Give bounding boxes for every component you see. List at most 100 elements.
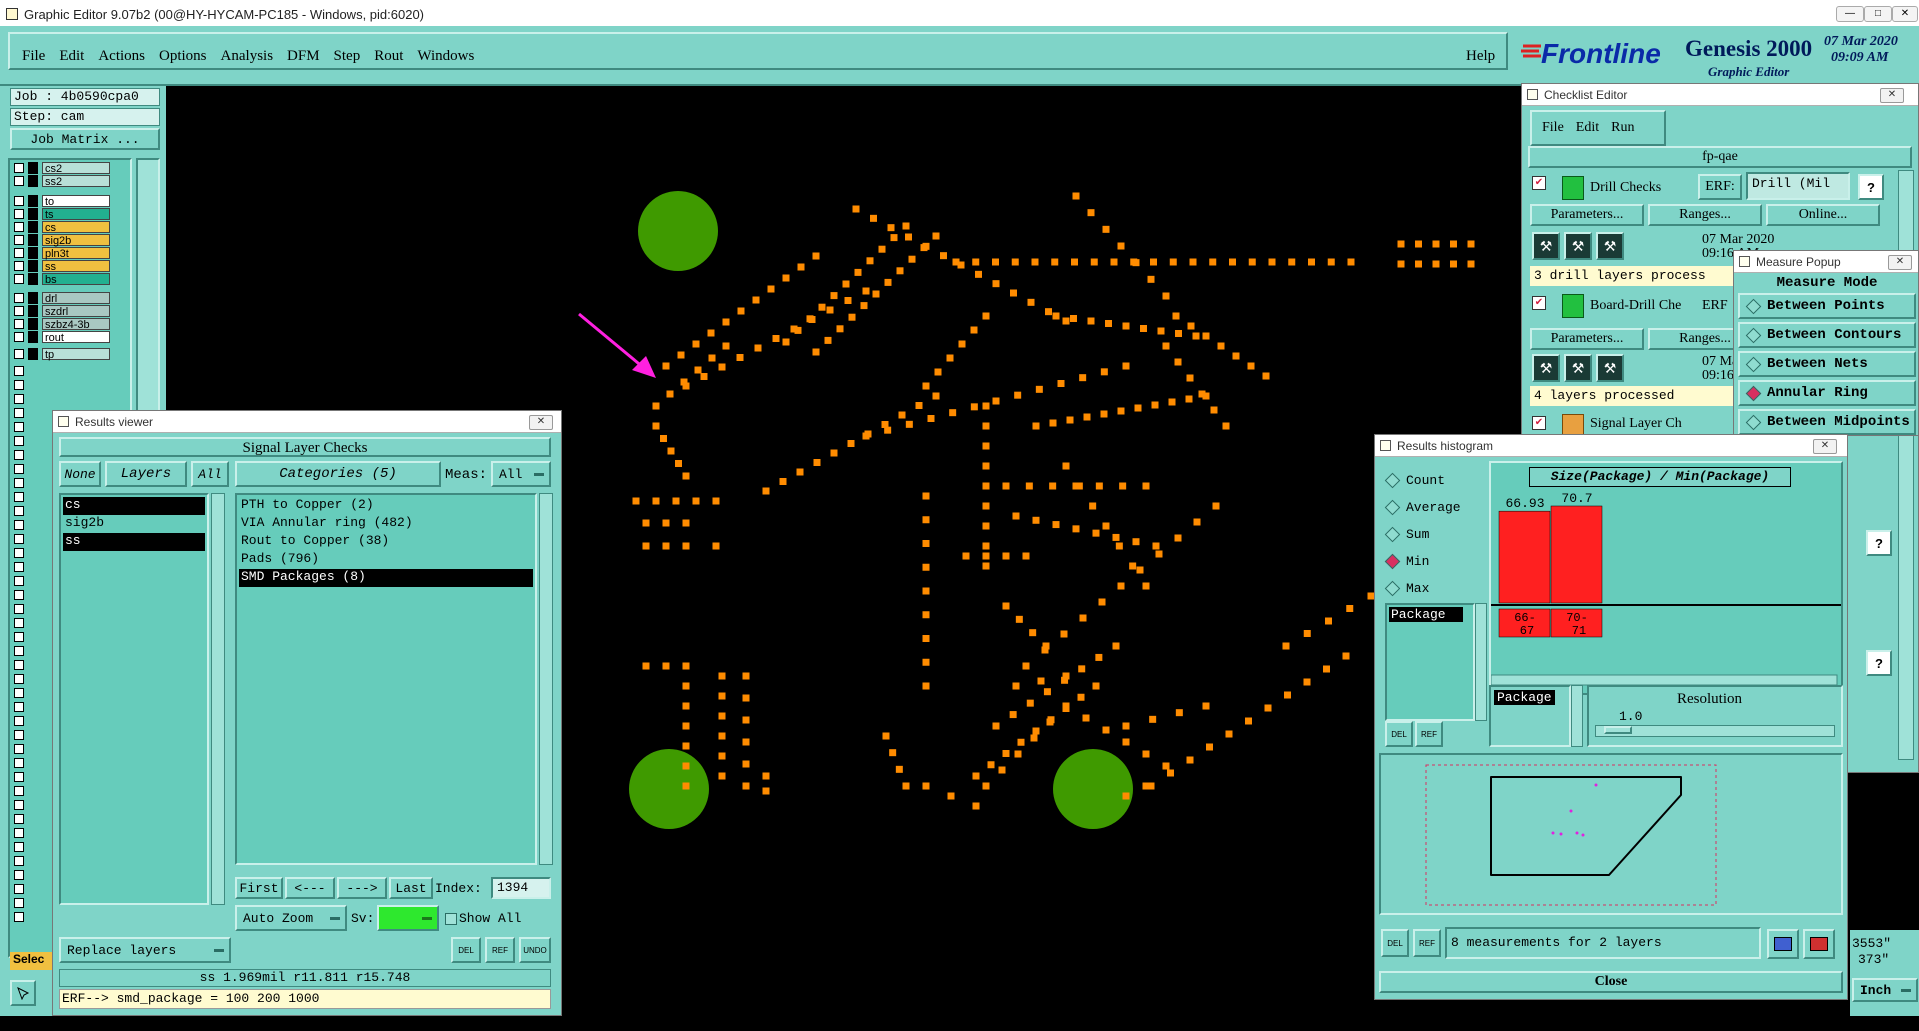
check-enabled-icon[interactable]: ✔ (1532, 176, 1546, 190)
erf-input[interactable]: Drill (Mil (1746, 172, 1850, 200)
check-enabled-icon[interactable]: ✔ (1532, 296, 1546, 310)
layer-checkbox[interactable] (14, 786, 24, 796)
maximize-button[interactable]: □ (1864, 6, 1892, 22)
result-layer-list[interactable]: cs sig2b ss (59, 493, 209, 905)
slider-handle[interactable] (1604, 726, 1632, 734)
layer-checkbox[interactable] (14, 562, 24, 572)
layer-row-empty[interactable] (14, 379, 110, 391)
parameters-button[interactable]: Parameters... (1530, 328, 1644, 350)
function-option[interactable]: Sum (1384, 521, 1461, 548)
layers-button[interactable]: Layers (105, 461, 187, 487)
action-icon[interactable] (1562, 294, 1584, 318)
erf-label-button[interactable]: ERF: (1698, 174, 1742, 200)
checklist-menu-edit[interactable]: Edit (1576, 120, 1599, 136)
help-menu[interactable]: Help (1466, 48, 1495, 65)
run-icon[interactable]: ⚒ (1532, 354, 1560, 382)
layer-checkbox[interactable] (14, 319, 24, 329)
layer-row[interactable]: ss2 (14, 175, 110, 188)
layer-checkbox[interactable] (14, 590, 24, 600)
layer-row[interactable]: drl (14, 292, 110, 305)
layer-checkbox[interactable] (14, 196, 24, 206)
layer-checkbox[interactable] (14, 306, 24, 316)
index-input[interactable]: 1394 (491, 877, 551, 899)
package-list[interactable]: Package (1385, 603, 1475, 721)
layer-row-empty[interactable] (14, 365, 110, 377)
layer-checkbox[interactable] (14, 842, 24, 852)
help-button[interactable]: ? (1858, 174, 1884, 200)
layer-row[interactable]: cs2 (14, 162, 110, 175)
layer-checkbox[interactable] (14, 450, 24, 460)
refresh-icon[interactable]: REF (485, 937, 515, 963)
layer-checkbox[interactable] (14, 464, 24, 474)
menu-file[interactable]: File (22, 48, 45, 65)
list-item[interactable]: sig2b (63, 515, 205, 533)
layer-checkbox[interactable] (14, 702, 24, 712)
run-icon[interactable]: ⚒ (1596, 232, 1624, 260)
close-window-button[interactable]: ✕ (1892, 6, 1918, 22)
help-button[interactable]: ? (1866, 530, 1892, 556)
close-icon[interactable]: ✕ (529, 415, 553, 430)
job-matrix-button[interactable]: Job Matrix ... (10, 128, 160, 150)
layer-row[interactable]: ss (14, 260, 110, 273)
layer-checkbox[interactable] (14, 436, 24, 446)
layer-checkbox[interactable] (14, 478, 24, 488)
layer-checkbox[interactable] (14, 261, 24, 271)
layer-row[interactable]: sig2b (14, 234, 110, 247)
list-item[interactable]: ss (63, 533, 205, 551)
refresh-icon[interactable]: REF (1413, 929, 1441, 957)
list-item[interactable]: cs (63, 497, 205, 515)
list-item[interactable]: PTH to Copper (2) (239, 497, 533, 515)
checklist-menu-file[interactable]: File (1542, 120, 1564, 136)
help-button[interactable]: ? (1866, 650, 1892, 676)
layer-checkbox[interactable] (14, 349, 24, 359)
menu-analysis[interactable]: Analysis (221, 48, 274, 65)
list-item[interactable]: Package (1389, 607, 1463, 622)
run-icon[interactable]: ⚒ (1564, 354, 1592, 382)
all-layers-button[interactable]: All (191, 461, 229, 487)
layer-checkbox[interactable] (14, 758, 24, 768)
category-list[interactable]: PTH to Copper (2) VIA Annular ring (482) R… (235, 493, 537, 865)
layer-checkbox[interactable] (14, 248, 24, 258)
layer-checkbox[interactable] (14, 828, 24, 838)
layer-checkbox[interactable] (14, 730, 24, 740)
menu-dfm[interactable]: DFM (287, 48, 320, 65)
function-option[interactable]: Average (1384, 494, 1461, 521)
layer-row[interactable]: szbz4-3b (14, 318, 110, 331)
layer-row[interactable]: rout (14, 331, 110, 344)
layer-checkbox[interactable] (14, 646, 24, 656)
next-button[interactable]: ---> (337, 877, 387, 899)
run-icon[interactable]: ⚒ (1532, 232, 1560, 260)
action-icon[interactable] (1562, 414, 1584, 436)
replace-layers-dropdown[interactable]: Replace layers (59, 937, 231, 963)
auto-zoom-dropdown[interactable]: Auto Zoom (235, 905, 347, 931)
categories-button[interactable]: Categories (5) (235, 461, 441, 487)
layer-checkbox[interactable] (14, 274, 24, 284)
layer-checkbox[interactable] (14, 688, 24, 698)
package-preview[interactable] (1379, 753, 1843, 915)
layer-checkbox[interactable] (14, 576, 24, 586)
category-list-scrollbar[interactable] (539, 493, 553, 865)
sv-color-dropdown[interactable] (377, 905, 439, 931)
close-icon[interactable]: ✕ (1880, 88, 1904, 103)
histogram-bar[interactable] (1550, 505, 1603, 604)
layer-list-scrollbar[interactable] (211, 493, 225, 905)
measure-option[interactable]: Annular Ring (1738, 380, 1916, 406)
measure-option[interactable]: Between Midpoints (1738, 409, 1916, 435)
list-item[interactable]: Rout to Copper (38) (239, 533, 533, 551)
close-icon[interactable]: ✕ (1888, 255, 1912, 270)
layer-checkbox[interactable] (14, 380, 24, 390)
layer-checkbox[interactable] (14, 912, 24, 922)
layer-row[interactable]: ts (14, 208, 110, 221)
layer-checkbox[interactable] (14, 618, 24, 628)
function-option[interactable]: Min (1384, 548, 1461, 575)
layer-checkbox[interactable] (14, 492, 24, 502)
layer-checkbox[interactable] (14, 163, 24, 173)
layer-checkbox[interactable] (14, 520, 24, 530)
layer-checkbox[interactable] (14, 534, 24, 544)
layer-checkbox[interactable] (14, 674, 24, 684)
meas-dropdown[interactable]: All (491, 461, 551, 487)
layer-checkbox[interactable] (14, 506, 24, 516)
measure-option[interactable]: Between Contours (1738, 322, 1916, 348)
layer-checkbox[interactable] (14, 604, 24, 614)
layer-checkbox[interactable] (14, 422, 24, 432)
